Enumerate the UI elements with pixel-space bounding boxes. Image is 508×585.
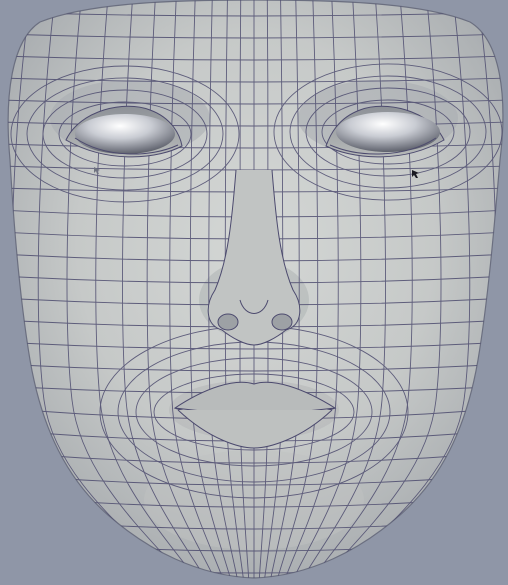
- face-mesh-render: [7, 0, 504, 579]
- 3d-viewport[interactable]: [0, 0, 508, 585]
